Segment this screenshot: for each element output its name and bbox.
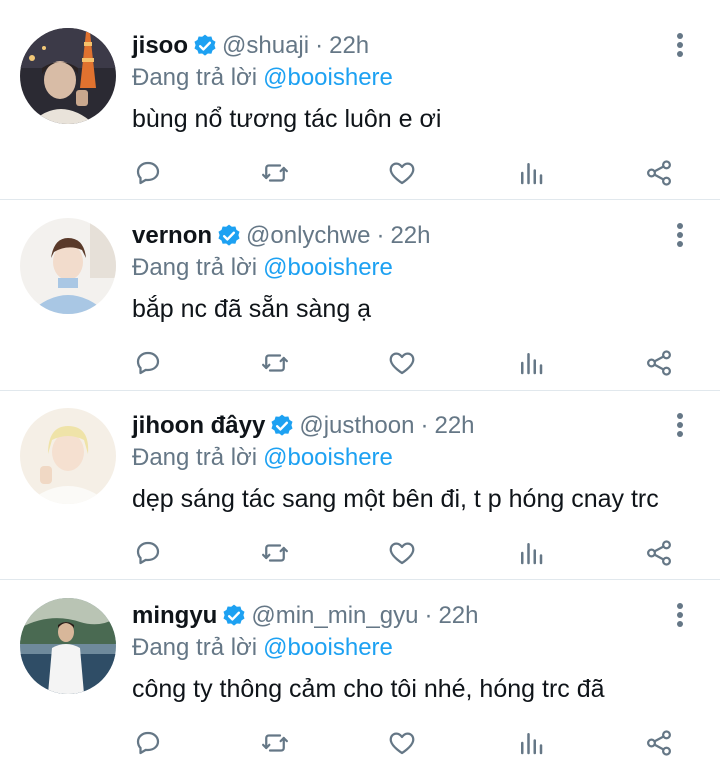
verified-badge-icon [194, 34, 216, 56]
tweet[interactable]: mingyu @min_min_gyu · 22h Đang trả lời @b… [0, 570, 720, 767]
timestamp[interactable]: 22h [438, 600, 478, 632]
tweet[interactable]: jisoo @shuaji · 22h Đang trả lời @booishe… [0, 0, 720, 200]
tweet-header: jihoon đâyy @justhoon · 22h [132, 410, 475, 442]
avatar[interactable] [20, 28, 116, 124]
display-name[interactable]: vernon [132, 220, 212, 252]
reply-prefix: Đang trả lời [132, 64, 258, 91]
display-name[interactable]: jisoo [132, 30, 188, 62]
avatar-image [20, 218, 116, 314]
timestamp[interactable]: 22h [390, 220, 430, 252]
display-name[interactable]: jihoon đâyy [132, 410, 265, 442]
retweet-icon[interactable] [257, 345, 293, 381]
handle[interactable]: @shuaji [222, 30, 309, 62]
tweet[interactable]: vernon @onlychwe · 22h Đang trả lời @booi… [0, 190, 720, 391]
like-icon[interactable] [384, 725, 420, 761]
share-icon[interactable] [641, 345, 677, 381]
reply-mention-link[interactable]: @booishere [263, 254, 393, 281]
reply-mention-link[interactable]: @booishere [263, 64, 393, 91]
tweet-text: bắp nc đã sẵn sàng ạ [132, 295, 372, 323]
avatar[interactable] [20, 218, 116, 314]
verified-badge-icon [223, 604, 245, 626]
reply-icon[interactable] [130, 155, 166, 191]
avatar-image [20, 28, 116, 124]
reply-icon[interactable] [130, 345, 166, 381]
reply-prefix: Đang trả lời [132, 444, 258, 471]
share-icon[interactable] [641, 535, 677, 571]
separator-dot: · [424, 602, 433, 629]
like-icon[interactable] [384, 155, 420, 191]
timestamp[interactable]: 22h [434, 410, 474, 442]
handle[interactable]: @onlychwe [246, 220, 370, 252]
handle[interactable]: @min_min_gyu [251, 600, 418, 632]
tweet-header: jisoo @shuaji · 22h [132, 30, 369, 62]
reply-context: Đang trả lời @booishere [132, 632, 393, 664]
tweet-actions [0, 155, 720, 191]
reply-context: Đang trả lời @booishere [132, 252, 393, 284]
more-options-icon[interactable] [674, 220, 686, 252]
like-icon[interactable] [384, 535, 420, 571]
share-icon[interactable] [641, 725, 677, 761]
analytics-icon[interactable] [513, 155, 549, 191]
handle[interactable]: @justhoon [299, 410, 414, 442]
reply-prefix: Đang trả lời [132, 634, 258, 661]
reply-context: Đang trả lời @booishere [132, 62, 393, 94]
retweet-icon[interactable] [257, 535, 293, 571]
separator-dot: · [420, 412, 429, 439]
timestamp[interactable]: 22h [329, 30, 369, 62]
more-options-icon[interactable] [674, 600, 686, 632]
analytics-icon[interactable] [513, 535, 549, 571]
avatar-image [20, 408, 116, 504]
display-name[interactable]: mingyu [132, 600, 217, 632]
avatar[interactable] [20, 598, 116, 694]
verified-badge-icon [218, 224, 240, 246]
separator-dot: · [376, 222, 385, 249]
reply-mention-link[interactable]: @booishere [263, 444, 393, 471]
tweet-actions [0, 535, 720, 571]
tweet-actions [0, 725, 720, 761]
tweet-actions [0, 345, 720, 381]
tweet-header: mingyu @min_min_gyu · 22h [132, 600, 479, 632]
separator-dot: · [315, 32, 324, 59]
avatar-image [20, 598, 116, 694]
reply-mention-link[interactable]: @booishere [263, 634, 393, 661]
retweet-icon[interactable] [257, 725, 293, 761]
reply-context: Đang trả lời @booishere [132, 442, 393, 474]
reply-prefix: Đang trả lời [132, 254, 258, 281]
tweet-text: dẹp sáng tác sang một bên đi, t p hóng c… [132, 485, 659, 513]
analytics-icon[interactable] [513, 725, 549, 761]
tweet[interactable]: jihoon đâyy @justhoon · 22h Đang trả lời… [0, 380, 720, 580]
more-options-icon[interactable] [674, 410, 686, 442]
reply-icon[interactable] [130, 725, 166, 761]
retweet-icon[interactable] [257, 155, 293, 191]
analytics-icon[interactable] [513, 345, 549, 381]
like-icon[interactable] [384, 345, 420, 381]
reply-icon[interactable] [130, 535, 166, 571]
more-options-icon[interactable] [674, 30, 686, 62]
tweet-text: bùng nổ tương tác luôn e ơi [132, 105, 442, 133]
tweet-text: công ty thông cảm cho tôi nhé, hóng trc … [132, 675, 605, 703]
tweet-header: vernon @onlychwe · 22h [132, 220, 430, 252]
verified-badge-icon [271, 414, 293, 436]
timeline-feed: jisoo @shuaji · 22h Đang trả lời @booishe… [0, 0, 720, 767]
share-icon[interactable] [641, 155, 677, 191]
avatar[interactable] [20, 408, 116, 504]
